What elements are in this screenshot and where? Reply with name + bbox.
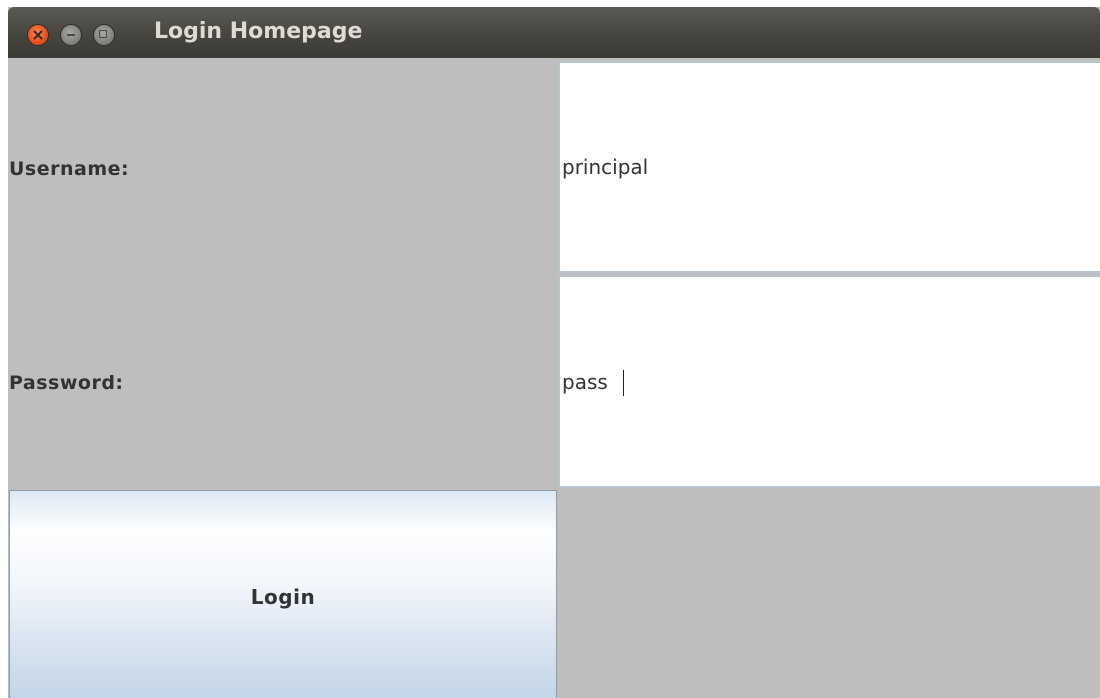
username-label: Username: xyxy=(9,158,130,180)
username-field[interactable] xyxy=(558,61,1100,273)
password-field[interactable] xyxy=(558,275,1100,488)
window-title: Login Homepage xyxy=(154,19,363,44)
login-window: Login Homepage Username: Password: Login xyxy=(8,7,1100,698)
login-button-label: Login xyxy=(250,585,316,609)
username-input[interactable] xyxy=(562,155,1082,179)
maximize-icon[interactable] xyxy=(93,24,115,46)
text-cursor xyxy=(623,370,624,396)
password-label: Password: xyxy=(9,372,124,394)
close-icon[interactable] xyxy=(27,24,49,46)
password-input[interactable] xyxy=(562,369,1082,394)
minimize-icon[interactable] xyxy=(60,24,82,46)
login-button[interactable]: Login xyxy=(9,490,557,698)
title-bar[interactable]: Login Homepage xyxy=(8,7,1100,58)
